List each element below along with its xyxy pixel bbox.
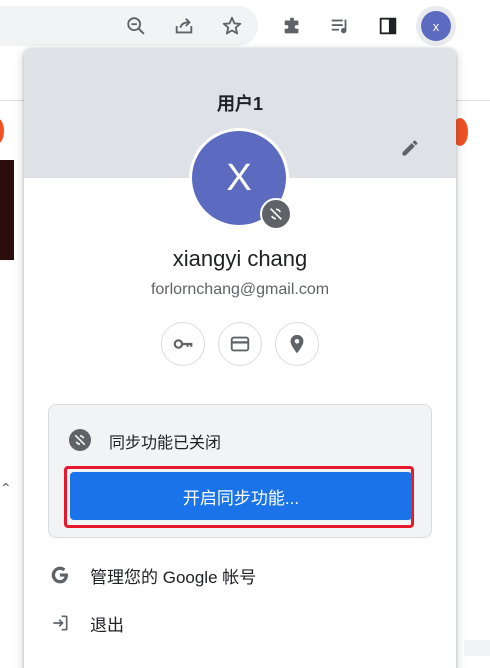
- manage-google-account-label: 管理您的 Google 帐号: [90, 567, 257, 587]
- profile-menu: 用户1 X xiangyi chang forlornchang@gmail.c…: [24, 48, 456, 668]
- media-control-icon[interactable]: [322, 8, 358, 44]
- user-email: forlornchang@gmail.com: [150, 281, 330, 298]
- avatar-initial: x: [421, 11, 451, 41]
- pencil-icon: [402, 140, 418, 156]
- profile-name: 用户1: [216, 94, 263, 114]
- user-full-name: xiangyi chang: [172, 246, 308, 271]
- background-image: [0, 160, 14, 260]
- sign-out-label: 退出: [90, 615, 124, 635]
- zoom-out-icon[interactable]: [118, 8, 154, 44]
- addresses-button[interactable]: [275, 322, 319, 366]
- sign-out-item[interactable]: 退出: [24, 601, 456, 645]
- credit-card-icon: [230, 336, 250, 352]
- browser-toolbar: x: [0, 0, 490, 52]
- key-icon: [173, 339, 193, 349]
- sync-status-text: 同步功能已关闭: [109, 435, 222, 452]
- star-icon[interactable]: [214, 8, 250, 44]
- share-icon[interactable]: [166, 8, 202, 44]
- sign-out-icon: [48, 611, 72, 635]
- payment-methods-button[interactable]: [218, 322, 262, 366]
- turn-on-sync-button[interactable]: 开启同步功能...: [70, 472, 412, 520]
- google-icon: [48, 563, 72, 587]
- passwords-button[interactable]: [161, 322, 205, 366]
- scrollbar-corner: [464, 640, 490, 656]
- edit-profile-button[interactable]: [394, 132, 426, 164]
- manage-google-account-item[interactable]: 管理您的 Google 帐号: [24, 553, 456, 597]
- background-decoration: [0, 118, 4, 144]
- sync-off-icon: [69, 429, 91, 451]
- profile-avatar-button[interactable]: x: [416, 6, 456, 46]
- background-chevron: ⌃: [0, 480, 12, 496]
- side-panel-icon[interactable]: [370, 8, 406, 44]
- location-pin-icon: [290, 334, 304, 354]
- sync-off-badge-icon: [260, 198, 292, 230]
- extensions-icon[interactable]: [274, 8, 310, 44]
